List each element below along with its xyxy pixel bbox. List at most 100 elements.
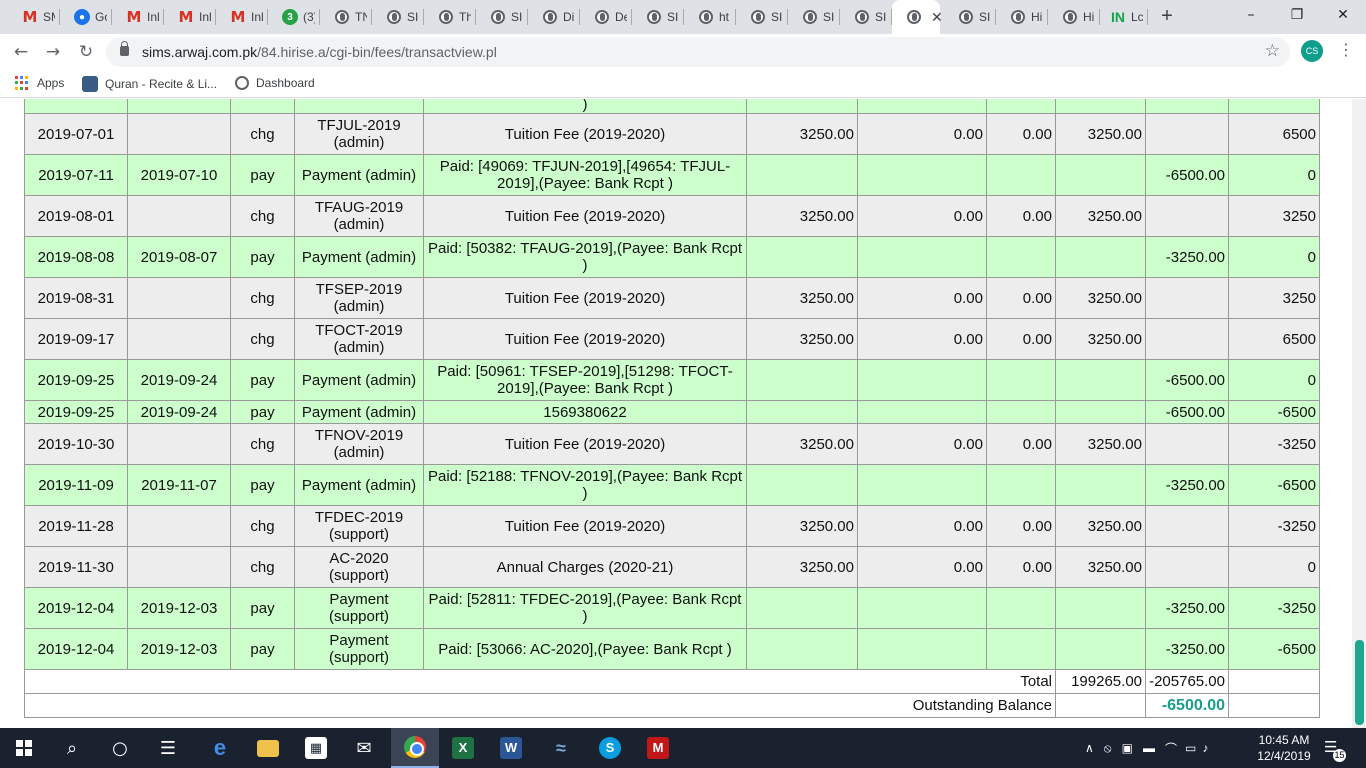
cell-fine: 0.00 (986, 195, 1056, 237)
tab-3[interactable]: M Inl (164, 0, 216, 34)
tab-15[interactable]: SII (788, 0, 840, 34)
tab-4[interactable]: M Inl (216, 0, 268, 34)
minimize-icon[interactable]: – (1228, 0, 1274, 30)
address-bar[interactable]: sims.arwaj.com.pk/84.hirise.a/cgi-bin/fe… (106, 37, 1290, 67)
bookmark-dashboard[interactable]: Dashboard (235, 76, 315, 90)
display-icon[interactable]: ▬ (1143, 741, 1155, 755)
bookmark-apps[interactable]: Apps (15, 76, 64, 90)
tab-9[interactable]: SII (476, 0, 528, 34)
tab-7[interactable]: SII (372, 0, 424, 34)
bookmark-star-icon[interactable]: ☆ (1265, 41, 1280, 61)
file-explorer-icon[interactable] (244, 728, 292, 768)
cell-reference: Payment (support) (294, 628, 424, 670)
battery-icon[interactable]: ▭ (1185, 741, 1196, 755)
excel-icon[interactable]: X (439, 728, 487, 768)
tab-6[interactable]: TN (320, 0, 372, 34)
cell-fine: 0.00 (986, 277, 1056, 319)
tab-title: TN (355, 10, 367, 24)
cell-balance: 6500 (1228, 113, 1320, 155)
google-account-icon: ● (74, 9, 90, 25)
tab-16[interactable]: SII (840, 0, 892, 34)
cell-date: 2019-08-08 (24, 236, 128, 278)
tab-strip: IN Lc Hi Hi SII ✕ SII SII SII ht SII De Di SII Th SII TN… (0, 0, 1366, 34)
globe-icon (490, 9, 506, 25)
tab-11[interactable]: De (580, 0, 632, 34)
cell-reference: TFNOV-2019 (admin) (294, 423, 424, 465)
store-icon[interactable]: ▦ (292, 728, 340, 768)
mail-icon[interactable]: ✉ (340, 728, 388, 768)
taskbar-clock[interactable]: 10:45 AM 12/4/2019 (1252, 732, 1316, 764)
cell-date: 2019-09-25 (24, 400, 128, 424)
cell-reference: TFSEP-2019 (admin) (294, 277, 424, 319)
chrome-icon[interactable] (391, 728, 439, 768)
tab-5[interactable]: 3 (3) (268, 0, 320, 34)
gmail-icon: M (126, 8, 142, 26)
tab-14[interactable]: SII (736, 0, 788, 34)
cell-fine (986, 154, 1056, 196)
cell-reference: Payment (admin) (294, 464, 424, 506)
tab-title: SII (979, 10, 991, 24)
cell-balance: 3250 (1228, 195, 1320, 237)
close-window-icon[interactable]: ✕ (1320, 0, 1366, 30)
outstanding-balance-value: -6500.00 (1145, 693, 1229, 718)
volume-icon[interactable]: ♪ (1202, 741, 1208, 755)
new-tab-button[interactable]: + (1155, 4, 1179, 28)
word-icon[interactable]: W (487, 728, 535, 768)
edge-icon[interactable]: e (196, 728, 244, 768)
task-view-icon[interactable]: ☰ (144, 728, 192, 768)
tab-21[interactable]: IN Lc (1096, 0, 1148, 34)
wifi-icon[interactable]: ⌒ (1165, 740, 1177, 757)
cortana-icon[interactable]: ○ (96, 728, 144, 768)
cell-reference: TFOCT-2019 (admin) (294, 318, 424, 360)
cell-date: 2019-10-30 (24, 423, 128, 465)
tab-19[interactable]: Hi (996, 0, 1048, 34)
table-row: 2019-09-17 chg TFOCT-2019 (admin) Tuition F… (24, 318, 1320, 360)
tab-18[interactable]: SII (944, 0, 996, 34)
dolphin-icon[interactable]: ≈ (537, 728, 585, 768)
forward-icon[interactable]: → (41, 40, 65, 64)
tab-separator (579, 9, 580, 25)
tab-20[interactable]: Hi (1048, 0, 1100, 34)
cell-date: 2019-11-28 (24, 505, 128, 547)
scrollbar-thumb[interactable] (1355, 640, 1364, 725)
tab-13[interactable]: ht (684, 0, 736, 34)
bookmark-label: Quran - Recite & Li... (105, 77, 218, 91)
tab-17[interactable]: ✕ (892, 0, 943, 34)
back-icon[interactable]: ← (9, 40, 33, 64)
cell-value-date: 2019-07-10 (127, 154, 231, 196)
tab-0[interactable]: M SM (8, 0, 60, 34)
in-icon: IN (1111, 9, 1125, 25)
restore-icon[interactable]: ❐ (1274, 0, 1320, 30)
network-off-icon[interactable]: ⦸ (1104, 741, 1112, 756)
tab-separator (423, 9, 424, 25)
cell-paid: -3250.00 (1145, 587, 1229, 629)
cell-balance: -6500 (1228, 628, 1320, 670)
cell-reference: Payment (admin) (294, 359, 424, 401)
tab-separator (891, 9, 892, 25)
table-row: 2019-11-09 2019-11-07 pay Payment (admin) Pa… (24, 464, 1320, 506)
vertical-scrollbar[interactable] (1352, 99, 1366, 728)
tab-12[interactable]: SII (632, 0, 684, 34)
bookmark-quran[interactable]: Quran - Recite & Li... (82, 76, 217, 92)
cell-amount (746, 236, 858, 278)
mcafee-icon[interactable]: M (634, 728, 682, 768)
tab-10[interactable]: Di (528, 0, 580, 34)
tab-2[interactable]: M Inl (112, 0, 164, 34)
app-tray-icon[interactable]: ▣ (1122, 741, 1133, 755)
table-row: 2019-09-25 2019-09-24 pay Payment (admin) 15… (24, 400, 1320, 424)
reload-icon[interactable]: ↻ (74, 40, 98, 64)
page-content: ) 2019-07-01 chg TFJUL-2019 (admin) Tuition… (0, 99, 1352, 728)
show-hidden-icons-icon[interactable]: ∧ (1085, 741, 1094, 755)
chrome-menu-icon[interactable]: ⋮ (1338, 40, 1354, 60)
windows-start-icon[interactable] (0, 728, 48, 768)
skype-icon[interactable]: S (586, 728, 634, 768)
tab-title: SII (875, 10, 887, 24)
tab-8[interactable]: Th (424, 0, 476, 34)
cell-description: Tuition Fee (2019-2020) (423, 505, 747, 547)
quran-icon (82, 76, 98, 92)
close-tab-icon[interactable]: ✕ (931, 9, 943, 26)
profile-avatar[interactable]: CS (1301, 40, 1323, 62)
search-icon[interactable]: ⌕ (48, 728, 96, 768)
tab-1[interactable]: ● Go (60, 0, 112, 34)
tab-title: SII (823, 10, 835, 24)
